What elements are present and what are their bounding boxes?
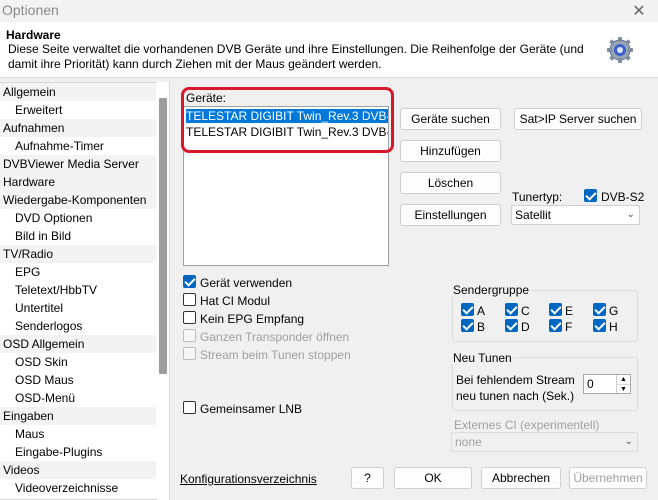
- sidebar-item[interactable]: Aufnahme-Timer: [0, 137, 156, 155]
- spin-up-icon[interactable]: ▲: [616, 375, 630, 384]
- channel-group-label: A: [477, 304, 486, 318]
- channel-group-label: B: [477, 320, 486, 334]
- channel-group-checkbox[interactable]: [505, 319, 518, 332]
- sidebar-scrollbar-thumb[interactable]: [159, 98, 167, 374]
- stop-stream-label: Stream beim Tunen stoppen: [200, 348, 351, 362]
- retune-seconds-value: 0: [587, 377, 594, 391]
- apply-button[interactable]: Übernehmen: [569, 467, 647, 489]
- sidebar-item[interactable]: TV/Radio: [0, 245, 156, 263]
- sidebar-item[interactable]: Erweitert: [0, 101, 156, 119]
- sidebar-item[interactable]: Senderlogos: [0, 317, 156, 335]
- settings-nav-tree: Allgemein Erweitert Aufnahmen Aufnahme-Time…: [0, 82, 170, 500]
- no-epg-label: Kein EPG Empfang: [200, 312, 305, 326]
- gear-icon: [607, 37, 633, 63]
- tuner-type-select[interactable]: Satellit ⌄: [511, 205, 640, 225]
- close-icon[interactable]: ✕: [630, 1, 648, 21]
- settings-button[interactable]: Einstellungen: [400, 204, 501, 226]
- sidebar-item[interactable]: Videos: [0, 461, 156, 479]
- page-header: Hardware Diese Seite verwaltet die vorha…: [0, 22, 658, 78]
- use-device-label: Gerät verwenden: [200, 276, 293, 290]
- retune-label-line1: Bei fehlendem Stream: [456, 373, 575, 387]
- shared-lnb-label: Gemeinsamer LNB: [200, 402, 303, 416]
- sidebar-item[interactable]: DVBViewer Media Server: [0, 155, 156, 173]
- highlight-annotation: [181, 87, 394, 153]
- sidebar-item[interactable]: Wiedergabe-Komponenten: [0, 191, 156, 209]
- channel-group-checkbox[interactable]: [505, 303, 518, 316]
- chevron-down-icon: ⌄: [626, 209, 635, 220]
- sidebar-item[interactable]: Untertitel: [0, 299, 156, 317]
- sidebar-item[interactable]: Allgemein: [0, 83, 156, 101]
- sidebar-item[interactable]: EPG: [0, 263, 156, 281]
- sidebar-item[interactable]: Teletext/HbbTV: [0, 281, 156, 299]
- channel-group-label: D: [521, 320, 530, 334]
- window-title: Optionen: [2, 2, 59, 18]
- add-button[interactable]: Hinzufügen: [400, 140, 501, 162]
- sidebar-item[interactable]: Eingaben: [0, 407, 156, 425]
- retune-seconds-stepper[interactable]: 0 ▲ ▼: [583, 374, 631, 394]
- external-ci-select: none ⌄: [451, 432, 638, 452]
- stop-stream-checkbox: [183, 347, 196, 360]
- satip-search-button[interactable]: Sat>IP Server suchen: [514, 108, 642, 130]
- channel-group-label: G: [609, 304, 619, 318]
- tuner-type-label: Tunertyp:: [512, 190, 563, 204]
- tuner-type-value: Satellit: [515, 208, 552, 222]
- channel-group-label: C: [521, 304, 530, 318]
- ci-module-label: Hat CI Modul: [200, 294, 271, 308]
- open-transponder-checkbox: [183, 329, 196, 342]
- delete-button[interactable]: Löschen: [400, 172, 501, 194]
- sidebar-item[interactable]: OSD-Menü: [0, 389, 156, 407]
- ok-button[interactable]: OK: [394, 467, 472, 489]
- sidebar-item[interactable]: OSD Skin: [0, 353, 156, 371]
- page-title: Hardware: [6, 28, 61, 42]
- external-ci-value: none: [455, 435, 482, 449]
- dvbs2-label: DVB-S2: [601, 190, 645, 204]
- channel-group-checkbox[interactable]: [549, 303, 562, 316]
- dvbs2-checkbox[interactable]: [584, 189, 597, 202]
- retune-title: Neu Tunen: [451, 351, 514, 365]
- external-ci-label: Externes CI (experimentell): [454, 418, 600, 432]
- retune-label-line2: neu tunen nach (Sek.): [456, 389, 575, 403]
- cancel-button[interactable]: Abbrechen: [481, 467, 561, 489]
- sidebar-item[interactable]: OSD Maus: [0, 371, 156, 389]
- channel-group-checkbox[interactable]: [461, 319, 474, 332]
- help-button[interactable]: ?: [351, 467, 384, 489]
- spin-down-icon[interactable]: ▼: [616, 384, 630, 393]
- channel-group-checkbox[interactable]: [593, 303, 606, 316]
- ci-module-checkbox[interactable]: [183, 293, 196, 306]
- title-bar: Optionen ✕: [0, 0, 658, 22]
- channel-group-checkbox[interactable]: [593, 319, 606, 332]
- channel-group-checkbox[interactable]: [461, 303, 474, 316]
- config-directory-link[interactable]: Konfigurationsverzeichnis: [180, 472, 317, 486]
- search-devices-button[interactable]: Geräte suchen: [400, 108, 501, 130]
- channel-group-label: E: [565, 304, 574, 318]
- sidebar-item[interactable]: DVD Optionen: [0, 209, 156, 227]
- chevron-down-icon: ⌄: [624, 436, 633, 447]
- shared-lnb-checkbox[interactable]: [183, 401, 196, 414]
- channel-group-title: Sendergruppe: [451, 283, 532, 297]
- sidebar-item[interactable]: Bild in Bild: [0, 227, 156, 245]
- sidebar-item[interactable]: Hardware: [0, 173, 156, 191]
- sidebar-item[interactable]: Aufnahmen: [0, 119, 156, 137]
- channel-group-checkbox[interactable]: [549, 319, 562, 332]
- page-description: Diese Seite verwaltet die vorhandenen DV…: [8, 42, 584, 71]
- sidebar-item[interactable]: Videoverzeichnisse: [0, 479, 156, 497]
- channel-group-label: H: [609, 320, 618, 334]
- sidebar-item[interactable]: Eingabe-Plugins: [0, 443, 156, 461]
- no-epg-checkbox[interactable]: [183, 311, 196, 324]
- open-transponder-label: Ganzen Transponder öffnen: [200, 330, 350, 344]
- sidebar-item[interactable]: OSD Allgemein: [0, 335, 156, 353]
- sidebar-item[interactable]: Maus: [0, 425, 156, 443]
- channel-group-label: F: [565, 320, 573, 334]
- use-device-checkbox[interactable]: [183, 275, 196, 288]
